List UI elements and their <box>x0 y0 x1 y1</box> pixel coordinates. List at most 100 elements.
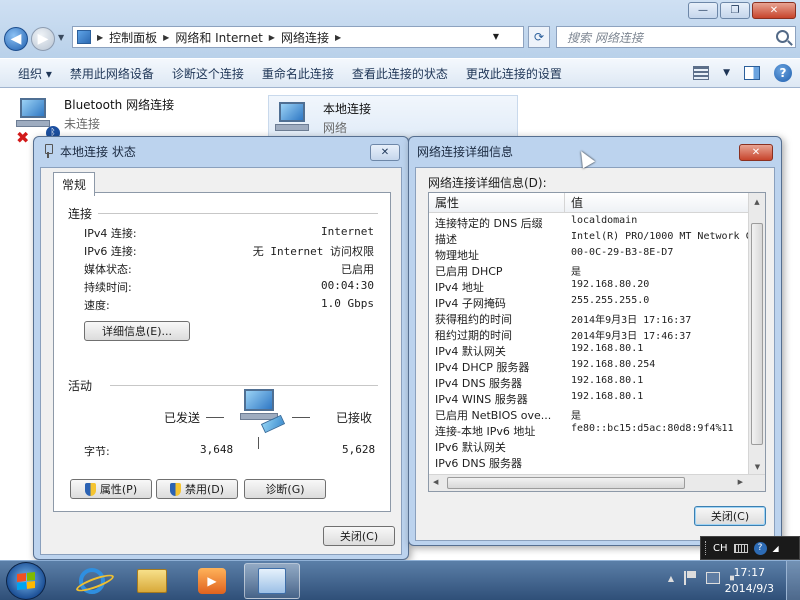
diagnose-command[interactable]: 诊断这个连接 <box>163 65 253 82</box>
details-button[interactable]: 详细信息(E)... <box>84 321 190 341</box>
clock-date: 2014/9/3 <box>724 582 774 595</box>
divider <box>110 385 378 386</box>
table-row[interactable]: IPv4 DNS 服务器 192.168.80.1 <box>429 375 749 391</box>
table-row[interactable]: 已启用 DHCP 是 <box>429 263 749 279</box>
view-options-icon[interactable] <box>693 66 710 80</box>
tab-general[interactable]: 常规 <box>53 172 96 196</box>
uac-shield-icon <box>84 482 96 496</box>
table-row[interactable]: IPv4 默认网关 192.168.80.1 <box>429 343 749 359</box>
horizontal-scrollbar[interactable]: ◀ ▶ <box>429 474 765 491</box>
taskbar-internet-explorer[interactable] <box>64 563 120 599</box>
view-status-command[interactable]: 查看此连接的状态 <box>343 65 457 82</box>
clock[interactable]: 17:17 2014/9/3 <box>725 565 774 597</box>
chevron-right-icon[interactable]: ▶ <box>97 33 103 42</box>
address-dropdown[interactable]: ▼ <box>493 32 499 41</box>
scroll-up-icon[interactable]: ▲ <box>749 193 765 210</box>
property-cell: IPv6 默认网关 <box>435 441 506 454</box>
status-close-button[interactable]: 关闭(C) <box>323 526 395 546</box>
bytes-label: 字节: <box>84 445 110 458</box>
connection-item-bluetooth[interactable]: ✖ ᛒ Bluetooth 网络连接 未连接 <box>16 96 174 147</box>
network-status-icon[interactable] <box>706 572 720 584</box>
scroll-right-icon[interactable]: ▶ <box>738 478 743 486</box>
properties-button[interactable]: 属性(P) <box>70 479 152 499</box>
activity-group-label: 活动 <box>68 379 93 393</box>
taskbar-media-player[interactable]: ▶ <box>184 563 240 599</box>
taskbar-explorer[interactable] <box>124 563 180 599</box>
value-cell: 2014年9月3日 17:46:37 <box>571 331 692 342</box>
table-row[interactable]: IPv4 WINS 服务器 192.168.80.1 <box>429 391 749 407</box>
scroll-down-icon[interactable]: ▼ <box>749 458 765 475</box>
input-language[interactable]: CH <box>713 543 728 554</box>
clock-time: 17:17 <box>733 566 766 579</box>
close-button[interactable]: ✕ <box>752 2 796 19</box>
details-list[interactable]: 属性 值 连接特定的 DNS 后缀 localdomain 描述 Intel(R) P… <box>428 192 766 492</box>
preview-pane-icon[interactable] <box>744 66 760 80</box>
change-settings-command[interactable]: 更改此连接的设置 <box>457 65 571 82</box>
scrollbar-thumb[interactable] <box>447 477 685 489</box>
disable-button[interactable]: 禁用(D) <box>156 479 238 499</box>
taskbar-network-connections[interactable] <box>244 563 300 599</box>
address-bar[interactable]: ▶ 控制面板 ▶ 网络和 Internet ▶ 网络连接 ▶ ▼ <box>72 26 524 48</box>
start-button[interactable] <box>6 562 46 600</box>
vertical-scrollbar[interactable]: ▲ ▼ <box>748 193 765 475</box>
help-icon[interactable]: ? <box>774 64 792 82</box>
bytes-sent-value: 3,648 <box>200 443 234 456</box>
breadcrumb-network-internet[interactable]: 网络和 Internet ▶ <box>175 29 275 46</box>
organize-menu[interactable]: 组织 ▾ <box>0 65 61 82</box>
diagnose-button[interactable]: 诊断(G) <box>244 479 326 499</box>
value-cell: 192.168.80.254 <box>571 359 656 370</box>
minimize-icon[interactable]: ◢ <box>773 544 779 553</box>
table-row[interactable]: IPv6 默认网关 <box>429 439 749 455</box>
help-icon[interactable]: ? <box>753 541 767 555</box>
close-icon: ✕ <box>751 147 761 158</box>
chevron-down-icon[interactable]: ▼ <box>723 68 730 78</box>
action-center-icon[interactable] <box>684 571 696 585</box>
details-rows: 连接特定的 DNS 后缀 localdomain 描述 Intel(R) PRO/10… <box>429 215 749 471</box>
forward-button[interactable]: ▶ <box>31 27 55 51</box>
scroll-left-icon[interactable]: ◀ <box>433 478 438 486</box>
table-row[interactable]: 已启用 NetBIOS ove... 是 <box>429 407 749 423</box>
back-button[interactable]: ◀ <box>4 27 28 51</box>
grip-handle[interactable] <box>705 541 707 555</box>
value-cell: 2014年9月3日 17:16:37 <box>571 315 692 326</box>
connection-name: 本地连接 <box>323 102 372 116</box>
keyboard-icon[interactable] <box>733 543 748 553</box>
status-dialog-close-button[interactable]: ✕ <box>370 144 400 161</box>
table-row[interactable]: IPv6 DNS 服务器 <box>429 455 749 471</box>
maximize-button[interactable]: ❐ <box>720 2 750 19</box>
table-row[interactable]: 描述 Intel(R) PRO/1000 MT Network C <box>429 231 749 247</box>
received-label: 已接收 <box>336 411 373 425</box>
breadcrumb-network-connections[interactable]: 网络连接 ▶ <box>281 29 341 46</box>
show-desktop-button[interactable] <box>786 561 800 600</box>
refresh-button[interactable]: ⟳ <box>528 26 550 48</box>
disable-device-command[interactable]: 禁用此网络设备 <box>61 65 163 82</box>
details-close-button[interactable]: 关闭(C) <box>694 506 766 526</box>
property-cell: IPv4 子网掩码 <box>435 297 506 310</box>
status-dialog-titlebar[interactable]: 本地连接 状态 <box>34 137 408 165</box>
rename-command[interactable]: 重命名此连接 <box>253 65 343 82</box>
table-row[interactable]: IPv4 地址 192.168.80.20 <box>429 279 749 295</box>
table-row[interactable]: 物理地址 00-0C-29-B3-8E-D7 <box>429 247 749 263</box>
show-hidden-icons[interactable]: ▲ <box>668 574 674 583</box>
activity-divider <box>258 437 259 449</box>
internet-explorer-icon <box>79 568 105 594</box>
search-icon[interactable] <box>776 30 789 43</box>
details-dialog-close-button[interactable]: ✕ <box>739 144 773 161</box>
search-input[interactable]: 搜索 网络连接 <box>556 26 796 48</box>
scrollbar-thumb[interactable] <box>751 223 763 445</box>
table-row[interactable]: 获得租约的时间 2014年9月3日 17:16:37 <box>429 311 749 327</box>
table-row[interactable]: IPv4 DHCP 服务器 192.168.80.254 <box>429 359 749 375</box>
recent-pages-dropdown[interactable]: ▼ <box>58 33 64 42</box>
folder-icon <box>137 569 167 593</box>
connection-item-local[interactable]: 本地连接 网络 <box>268 95 518 139</box>
table-row[interactable]: 租约过期的时间 2014年9月3日 17:46:37 <box>429 327 749 343</box>
column-header-property[interactable]: 属性 <box>429 193 565 212</box>
table-row[interactable]: IPv4 子网掩码 255.255.255.0 <box>429 295 749 311</box>
breadcrumb-control-panel[interactable]: 控制面板 ▶ <box>109 29 169 46</box>
value-cell: 192.168.80.1 <box>571 343 644 354</box>
column-header-value[interactable]: 值 <box>565 193 583 212</box>
table-row[interactable]: 连接特定的 DNS 后缀 localdomain <box>429 215 749 231</box>
minimize-button[interactable]: — <box>688 2 718 19</box>
chevron-right-icon: ▶ <box>334 32 342 42</box>
table-row[interactable]: 连接-本地 IPv6 地址 fe80::bc15:d5ac:80d8:9f4%11 <box>429 423 749 439</box>
